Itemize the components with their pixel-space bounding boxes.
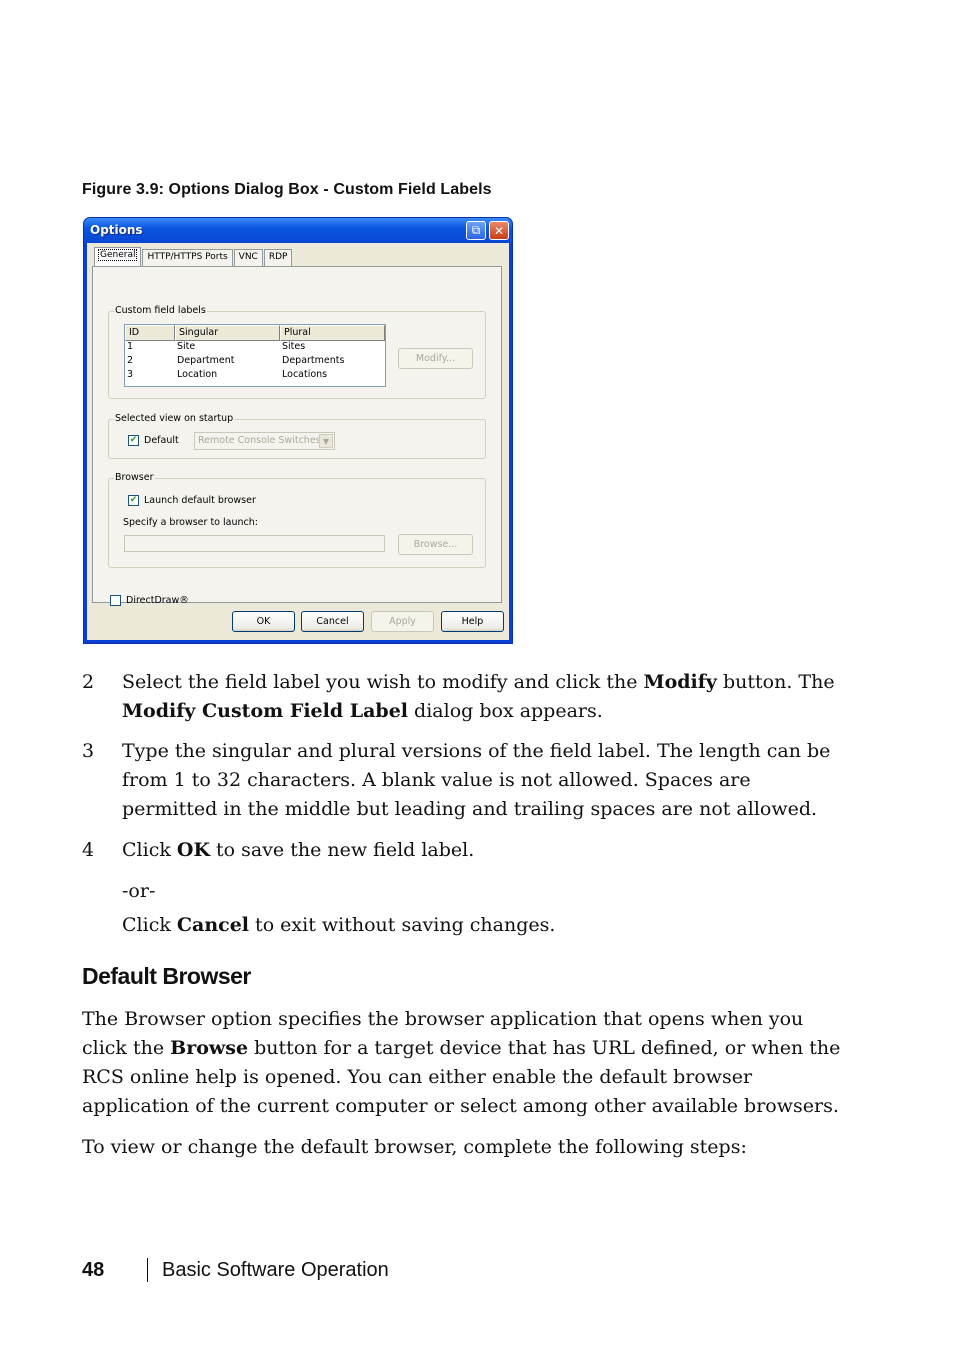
row-id: 2 bbox=[127, 355, 134, 366]
bold-term: Browse bbox=[170, 1037, 249, 1059]
browser-legend: Browser bbox=[114, 472, 155, 483]
text-run: dialog box appears. bbox=[408, 700, 603, 722]
text-run: Select the field label you wish to modif… bbox=[122, 671, 644, 693]
tab-http-https-ports[interactable]: HTTP/HTTPS Ports bbox=[142, 249, 233, 266]
column-header-singular[interactable]: Singular bbox=[175, 325, 280, 341]
browser-path-input[interactable] bbox=[124, 535, 385, 552]
general-tab-panel: Custom field labels ID Singular Plural 1… bbox=[92, 266, 502, 606]
page-number: 48 bbox=[82, 1259, 105, 1281]
tab-general[interactable]: General bbox=[94, 247, 142, 266]
row-id: 1 bbox=[127, 341, 134, 352]
row-plural: Sites bbox=[282, 341, 306, 352]
footer-divider bbox=[147, 1258, 148, 1282]
step-text: Click OK to save the new field label. bbox=[122, 836, 842, 865]
checkbox-checked-icon bbox=[128, 435, 139, 446]
restore-icon[interactable]: ⧉ bbox=[466, 221, 486, 240]
list-row[interactable]: 2 Department Departments bbox=[125, 355, 385, 369]
step-3: 3 Type the singular and plural versions … bbox=[82, 737, 842, 824]
bold-term: Modify Custom Field Label bbox=[122, 700, 409, 722]
default-view-label: Default bbox=[144, 435, 179, 446]
specify-browser-label: Specify a browser to launch: bbox=[123, 517, 258, 528]
section-paragraph-2: To view or change the default browser, c… bbox=[82, 1136, 747, 1158]
checkbox-checked-icon bbox=[128, 495, 139, 506]
document-page: Figure 3.9: Options Dialog Box - Custom … bbox=[0, 0, 954, 1351]
default-view-checkbox[interactable]: Default bbox=[128, 435, 179, 446]
chapter-title: Basic Software Operation bbox=[162, 1259, 389, 1281]
text-run: to exit without saving changes. bbox=[249, 914, 556, 936]
row-singular: Department bbox=[177, 355, 235, 366]
chevron-down-icon: ▼ bbox=[319, 434, 333, 448]
list-row[interactable]: 1 Site Sites bbox=[125, 341, 385, 355]
startup-view-legend: Selected view on startup bbox=[114, 413, 235, 424]
ok-button[interactable]: OK bbox=[232, 611, 295, 632]
row-plural: Locations bbox=[282, 369, 328, 380]
or-text: -or- bbox=[122, 880, 156, 902]
step-text: Select the field label you wish to modif… bbox=[122, 668, 842, 726]
section-heading: Default Browser bbox=[82, 963, 251, 989]
list-row[interactable]: 3 Location Locations bbox=[125, 369, 385, 383]
custom-field-labels-group: Custom field labels ID Singular Plural 1… bbox=[108, 305, 486, 399]
custom-field-labels-list[interactable]: ID Singular Plural 1 Site Sites 2 Depart… bbox=[124, 324, 386, 387]
options-dialog: Options ⧉ ✕ General HTTP/HTTPS Ports VNC… bbox=[83, 217, 513, 644]
bold-term: Modify bbox=[643, 671, 717, 693]
close-icon[interactable]: ✕ bbox=[489, 221, 509, 240]
step-number: 4 bbox=[82, 839, 95, 861]
directdraw-checkbox[interactable]: DirectDraw® bbox=[110, 595, 189, 606]
step-2: 2 Select the field label you wish to mod… bbox=[82, 668, 842, 726]
cancel-button[interactable]: Cancel bbox=[301, 611, 364, 632]
dialog-client: General HTTP/HTTPS Ports VNC RDP Custom … bbox=[87, 243, 509, 640]
text-run: Type the singular and plural versions of… bbox=[122, 740, 831, 820]
section-paragraph-1: The Browser option specifies the browser… bbox=[82, 1005, 852, 1121]
step-text: Type the singular and plural versions of… bbox=[122, 737, 842, 824]
column-header-id[interactable]: ID bbox=[125, 325, 175, 341]
bold-term: OK bbox=[176, 839, 210, 861]
startup-view-group: Selected view on startup Default Remote … bbox=[108, 413, 486, 459]
startup-view-select[interactable]: Remote Console Switches ▼ bbox=[194, 432, 335, 450]
text-run: Click bbox=[122, 914, 177, 936]
tab-general-label: General bbox=[97, 249, 138, 261]
tab-strip: General HTTP/HTTPS Ports VNC RDP bbox=[94, 247, 293, 266]
step-4: 4 Click OK to save the new field label. bbox=[82, 836, 842, 865]
row-singular: Location bbox=[177, 369, 218, 380]
step-4-or: -or- bbox=[82, 877, 842, 906]
browser-group: Browser Launch default browser Specify a… bbox=[108, 472, 486, 568]
modify-button[interactable]: Modify... bbox=[398, 348, 473, 369]
list-header: ID Singular Plural bbox=[125, 325, 385, 341]
help-button[interactable]: Help bbox=[441, 611, 504, 632]
bold-term: Cancel bbox=[176, 914, 250, 936]
dialog-title: Options bbox=[90, 223, 143, 237]
custom-field-labels-legend: Custom field labels bbox=[114, 305, 207, 316]
step-number: 2 bbox=[82, 671, 95, 693]
startup-view-value: Remote Console Switches bbox=[198, 435, 321, 446]
figure-caption: Figure 3.9: Options Dialog Box - Custom … bbox=[82, 181, 492, 198]
column-header-plural[interactable]: Plural bbox=[280, 325, 385, 341]
tab-vnc[interactable]: VNC bbox=[233, 249, 263, 266]
dialog-titlebar[interactable]: Options ⧉ ✕ bbox=[84, 218, 512, 243]
alternative-text: Click Cancel to exit without saving chan… bbox=[122, 911, 842, 940]
row-plural: Departments bbox=[282, 355, 345, 366]
browse-button[interactable]: Browse... bbox=[398, 534, 473, 555]
launch-default-browser-label: Launch default browser bbox=[144, 495, 256, 506]
launch-default-browser-checkbox[interactable]: Launch default browser bbox=[128, 495, 256, 506]
tab-rdp[interactable]: RDP bbox=[263, 249, 293, 266]
row-singular: Site bbox=[177, 341, 196, 352]
step-4-alternative: Click Cancel to exit without saving chan… bbox=[82, 911, 842, 940]
step-number: 3 bbox=[82, 740, 95, 762]
text-run: button. The bbox=[716, 671, 835, 693]
text-run: to save the new field label. bbox=[209, 839, 475, 861]
text-run: Click bbox=[122, 839, 177, 861]
checkbox-unchecked-icon bbox=[110, 595, 121, 606]
apply-button[interactable]: Apply bbox=[371, 611, 434, 632]
row-id: 3 bbox=[127, 369, 134, 380]
directdraw-label: DirectDraw® bbox=[126, 595, 189, 606]
